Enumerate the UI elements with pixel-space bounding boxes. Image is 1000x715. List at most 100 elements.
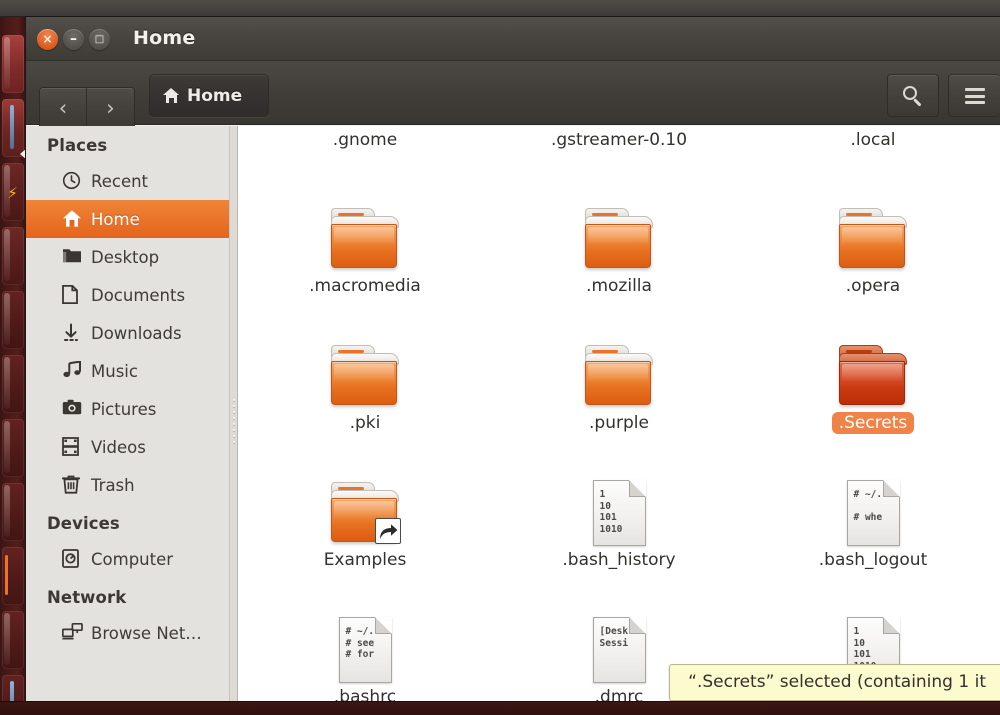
folder-icon — [62, 247, 82, 267]
home-icon — [62, 209, 82, 229]
breadcrumb-home-label: Home — [187, 86, 242, 106]
close-icon[interactable]: × — [37, 29, 58, 50]
document-preview-text: [Desk Sessi — [600, 626, 640, 649]
nautilus-window: × – □ Home ‹ › — [26, 17, 1000, 715]
file-item[interactable]: .macromedia — [238, 164, 492, 301]
sidebar-item-home[interactable]: Home — [26, 200, 229, 238]
file-item[interactable]: # ~/. # see # for.bashrc — [238, 575, 492, 712]
launcher-icon-9[interactable] — [2, 547, 24, 605]
file-item[interactable]: .gstreamer-0.10 — [492, 126, 746, 164]
nautilus-toolbar: ‹ › Home — [26, 61, 1000, 125]
sidebar-item-label: Desktop — [91, 248, 159, 267]
file-item[interactable]: # ~/. # whe .bash_logout — [746, 438, 1000, 575]
sidebar-item-label: Home — [91, 210, 140, 229]
forward-button[interactable]: › — [86, 87, 135, 130]
document-preview-text: 1 10 101 1010 — [600, 489, 640, 535]
desktop: ⚡ × – □ Home ‹ — [0, 0, 1000, 715]
launcher-icon-10[interactable] — [2, 611, 24, 669]
camera-icon — [62, 399, 82, 419]
sidebar-item-browse-net[interactable]: Browse Net… — [26, 614, 229, 652]
unity-top-panel[interactable] — [0, 0, 1000, 17]
launcher-icon-8[interactable] — [2, 483, 24, 541]
pane-divider-handle[interactable] — [230, 126, 238, 715]
file-item[interactable]: Examples — [238, 438, 492, 575]
sidebar-item-videos[interactable]: Videos — [26, 428, 229, 466]
document-preview-text: # ~/. # see # for — [346, 626, 386, 661]
document-icon: [Desk Sessi — [593, 617, 646, 683]
sidebar-item-pictures[interactable]: Pictures — [26, 390, 229, 428]
file-item[interactable]: .Secrets — [746, 301, 1000, 438]
file-item-label: .pki — [343, 412, 388, 434]
document-icon — [62, 285, 82, 305]
document-icon: # ~/. # whe — [847, 480, 900, 546]
launcher-icon-1[interactable] — [2, 35, 24, 93]
sidebar-item-trash[interactable]: Trash — [26, 466, 229, 504]
sidebar-item-label: Documents — [91, 286, 185, 305]
file-item-label: .gnome — [326, 129, 404, 151]
sidebar-item-label: Computer — [91, 550, 173, 569]
file-item-label: .bash_logout — [812, 549, 935, 571]
sidebar-item-documents[interactable]: Documents — [26, 276, 229, 314]
unity-launcher[interactable]: ⚡ — [0, 17, 26, 715]
folder-icon — [327, 482, 403, 546]
trash-icon — [62, 475, 82, 495]
file-item-label: .gstreamer-0.10 — [544, 129, 694, 151]
sidebar-item-downloads[interactable]: Downloads — [26, 314, 229, 352]
symlink-emblem-icon — [375, 518, 401, 544]
minimize-icon[interactable]: – — [63, 29, 84, 50]
file-item-label: .Secrets — [832, 412, 915, 434]
minimize-glyph: – — [63, 29, 84, 50]
sidebar-item-label: Music — [91, 362, 138, 381]
file-item[interactable]: .gnome — [238, 126, 492, 164]
chevron-left-icon: ‹ — [40, 88, 86, 129]
sidebar-item-label: Downloads — [91, 324, 182, 343]
hamburger-menu-icon — [965, 88, 985, 104]
folder-icon — [835, 208, 911, 272]
sidebar-item-label: Videos — [91, 438, 146, 457]
sidebar-heading-devices: Devices — [26, 504, 229, 540]
sidebar-item-label: Pictures — [91, 400, 156, 419]
maximize-icon[interactable]: □ — [89, 29, 110, 50]
computer-icon — [62, 549, 82, 569]
sidebar-item-desktop[interactable]: Desktop — [26, 238, 229, 276]
folder-icon — [581, 208, 657, 272]
chevron-right-icon: › — [87, 88, 134, 129]
menu-button[interactable] — [948, 74, 1000, 117]
sidebar-item-computer[interactable]: Computer — [26, 540, 229, 578]
launcher-icon-6[interactable] — [2, 355, 24, 413]
file-item[interactable]: .pki — [238, 301, 492, 438]
sidebar-item-music[interactable]: Music — [26, 352, 229, 390]
back-button[interactable]: ‹ — [39, 87, 87, 130]
file-item-label: .bash_history — [555, 549, 682, 571]
folder-icon — [835, 345, 911, 409]
breadcrumb-home-button[interactable]: Home — [149, 74, 269, 117]
window-titlebar[interactable]: × – □ Home — [26, 17, 1000, 61]
launcher-icon-7[interactable] — [2, 419, 24, 477]
file-item-label: .local — [843, 129, 902, 151]
file-grid: .gnome .gstreamer-0.10 .local .macromedia.m… — [238, 126, 1000, 715]
search-button[interactable] — [887, 74, 939, 117]
status-tooltip: “.Secrets” selected (containing 1 it — [669, 664, 1000, 701]
sidebar-item-label: Recent — [91, 172, 148, 191]
sidebar-item-recent[interactable]: Recent — [26, 162, 229, 200]
places-sidebar: Places Recent Home Desktop Documents Download… — [26, 126, 230, 715]
film-icon — [62, 437, 82, 457]
launcher-icon-4[interactable] — [2, 227, 24, 285]
document-preview-text: # ~/. # whe — [854, 489, 894, 524]
sidebar-heading-places: Places — [26, 126, 229, 162]
launcher-icon-3[interactable]: ⚡ — [2, 163, 24, 221]
window-title: Home — [133, 27, 195, 49]
file-item[interactable]: .mozilla — [492, 164, 746, 301]
file-icon-view[interactable]: .gnome .gstreamer-0.10 .local .macromedia.m… — [238, 126, 1000, 715]
file-item[interactable]: .purple — [492, 301, 746, 438]
launcher-icon-5[interactable] — [2, 291, 24, 349]
sidebar-item-label: Browse Net… — [91, 624, 202, 643]
folder-icon — [327, 208, 403, 272]
search-icon — [903, 86, 917, 100]
file-item[interactable]: .opera — [746, 164, 1000, 301]
file-item[interactable]: .local — [746, 126, 1000, 164]
music-note-icon — [62, 361, 82, 381]
maximize-glyph: □ — [89, 29, 110, 50]
file-item-label: .opera — [839, 275, 907, 297]
file-item[interactable]: 1 10 101 1010 .bash_history — [492, 438, 746, 575]
